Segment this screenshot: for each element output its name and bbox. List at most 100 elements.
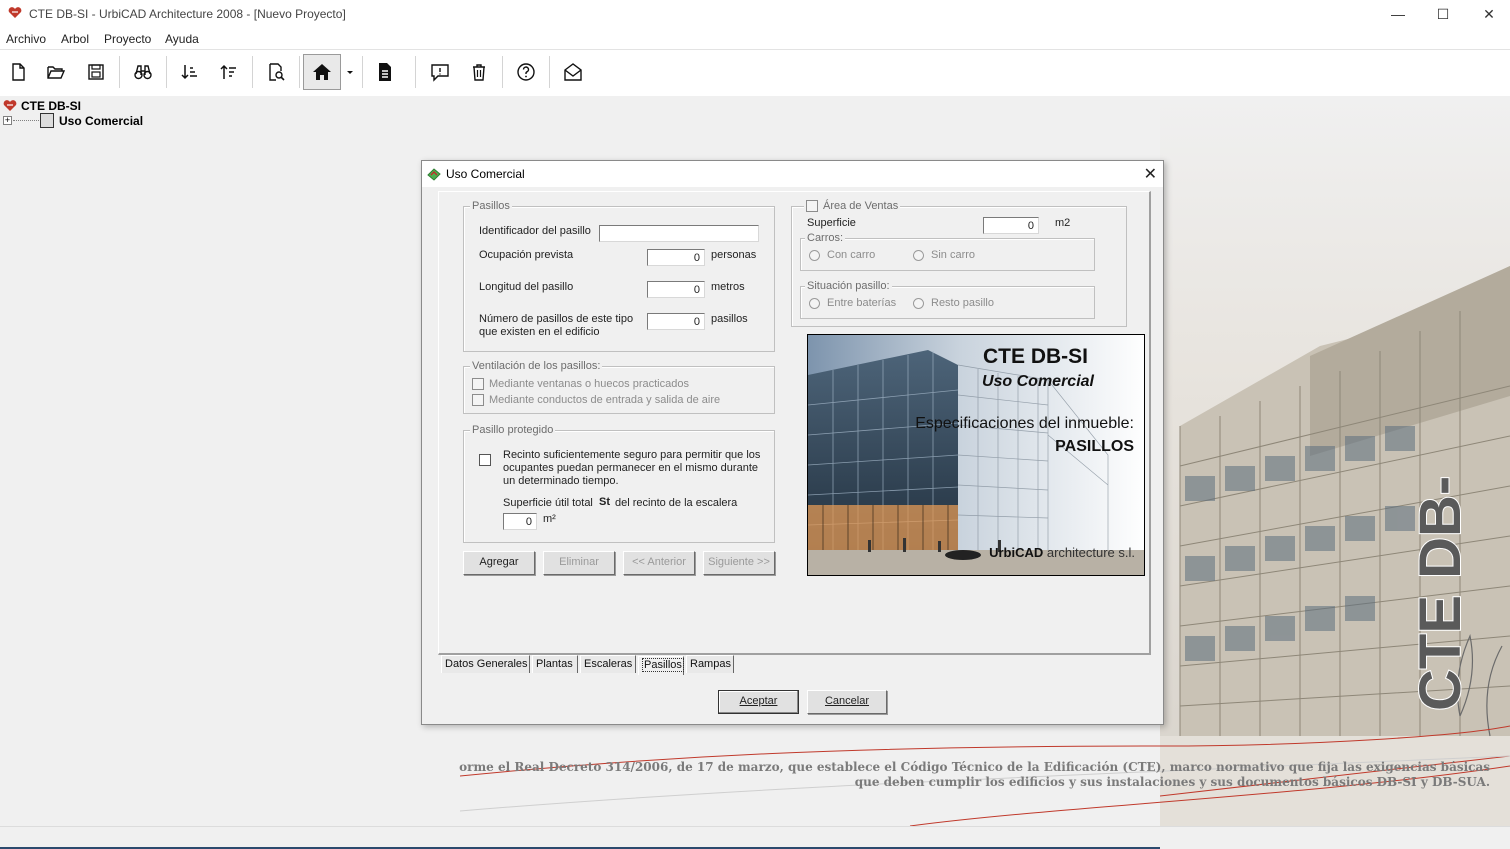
identificador-input[interactable] [599,225,759,242]
dialog-app-icon [427,168,441,181]
area-ventas-group: Área de Ventas Superficie 0 m2 Carros: C… [791,200,1127,327]
menu-bar: Archivo Arbol Proyecto Ayuda [0,29,1510,49]
dialog-close-button[interactable]: ✕ [1144,164,1157,184]
menu-ayuda[interactable]: Ayuda [165,32,199,46]
document-icon [40,113,54,128]
conductos-checkbox[interactable] [472,394,484,406]
entre-baterias-label: Entre baterías [827,297,897,309]
numero-label-line-1: Número de pasillos de este tipo [479,313,634,325]
aceptar-button[interactable]: Aceptar [718,690,799,714]
ventanas-checkbox[interactable] [472,378,484,390]
print-preview-button[interactable] [261,58,291,86]
tab-rampas[interactable]: Rampas [686,655,734,673]
find-button[interactable] [128,58,158,86]
longitud-unit: metros [711,281,745,293]
longitud-input[interactable]: 0 [647,281,705,298]
comment-icon [431,64,449,82]
sort-up-button[interactable] [214,58,244,86]
document-icon [379,63,391,81]
anterior-button[interactable]: << Anterior [623,551,695,575]
protegido-desc-line-3: un determinado tiempo. [503,475,619,487]
tree-item-uso-comercial[interactable]: + Uso Comercial [3,113,143,128]
superficie-input[interactable]: 0 [983,217,1039,234]
new-file-button[interactable] [3,58,33,86]
protegido-checkbox[interactable] [479,454,491,466]
superficie-unit: m2 [1055,217,1071,229]
sin-carro-radio[interactable] [913,250,924,261]
menu-archivo[interactable]: Archivo [6,32,46,46]
numero-pasillos-input[interactable]: 0 [647,313,705,330]
superficie-util-unit: m² [543,513,556,525]
banner-spec: Especificaciones del inmueble: [915,415,1134,432]
protegido-desc-line-1: Recinto suficientemente seguro para perm… [503,449,761,461]
home-dropdown-button[interactable] [343,58,357,86]
toolbar-separator [362,56,363,88]
vertical-brand-text: CTE DB-SI [1408,476,1473,711]
con-carro-label: Con carro [827,249,876,261]
numero-label-line-2: que existen en el edificio [479,326,600,338]
sin-carro-label: Sin carro [931,249,976,261]
logo-rest-text: architecture s.l. [1043,545,1135,560]
agregar-button[interactable]: Agregar [463,551,535,575]
maximize-button[interactable]: ☐ [1420,0,1466,28]
tab-escaleras[interactable]: Escaleras [580,655,636,673]
tab-panel-pasillos: Pasillos Identificador del pasillo Ocupa… [438,191,1151,655]
con-carro-radio[interactable] [809,250,820,261]
entre-baterias-radio[interactable] [809,298,820,309]
mail-button[interactable] [558,58,588,86]
siguiente-button[interactable]: Siguiente >> [703,551,775,575]
menu-proyecto[interactable]: Proyecto [104,32,151,46]
close-button[interactable]: ✕ [1466,0,1510,28]
mail-icon [564,63,582,81]
comment-button[interactable] [425,58,455,86]
tree-expand-icon[interactable]: + [3,116,12,125]
area-ventas-checkbox[interactable] [806,200,818,212]
aceptar-label: Aceptar [739,695,778,707]
eliminar-button[interactable]: Eliminar [543,551,615,575]
print-preview-icon [269,63,285,81]
protegido-desc-line-2: ocupantes puedan permanecer en el mismo … [503,462,758,474]
identificador-label: Identificador del pasillo [479,225,591,237]
legal-text-line-1: orme el Real Decreto 314/2006, de 17 de … [459,760,1490,774]
tab-label: Datos Generales [445,658,528,670]
toolbar-separator [502,56,503,88]
save-button[interactable] [81,58,111,86]
minimize-icon: — [1391,6,1405,22]
tab-pasillos[interactable]: Pasillos [638,656,684,675]
urbicad-logo: UrbiCAD architecture s.l. [989,545,1135,560]
toolbar-separator [252,56,253,88]
pasillos-group: Pasillos Identificador del pasillo Ocupa… [463,200,775,352]
dialog-title-bar: Uso Comercial ✕ [422,161,1163,187]
menu-arbol[interactable]: Arbol [61,32,89,46]
help-button[interactable] [511,58,541,86]
pasillos-group-title: Pasillos [470,200,512,212]
maximize-icon: ☐ [1436,5,1450,22]
resto-pasillo-radio[interactable] [913,298,924,309]
resto-pasillo-label: Resto pasillo [931,297,994,309]
cancelar-label: Cancelar [824,695,870,707]
sort-down-button[interactable] [175,58,205,86]
situacion-pasillo-group: Situación pasillo: Entre baterías Resto … [800,280,1095,319]
minimize-button[interactable]: — [1375,0,1421,28]
toolbar-separator [415,56,416,88]
tree-root[interactable]: CTE DB-SI [3,99,81,113]
cte-vertical-logo: CTE DB-SI [1407,476,1474,712]
tab-plantas[interactable]: Plantas [532,655,578,673]
uso-comercial-dialog: Uso Comercial ✕ Pasillos Identificador d… [421,160,1164,725]
banner-section: PASILLOS [1055,438,1134,455]
cancelar-button[interactable]: Cancelar [807,690,887,714]
home-button[interactable] [303,54,341,90]
delete-button[interactable] [464,58,494,86]
tab-datos-generales[interactable]: Datos Generales [441,655,530,673]
open-folder-button[interactable] [41,58,71,86]
document-button[interactable] [370,58,400,86]
sort-down-icon [181,65,197,80]
ocupacion-input[interactable]: 0 [647,249,705,266]
trash-icon [473,64,485,81]
superficie-util-input[interactable]: 0 [503,513,537,530]
toolbar [0,50,1510,96]
banner-subtitle: Uso Comercial [981,373,1094,390]
dialog-title: Uso Comercial [446,167,525,181]
background-legal-text: orme el Real Decreto 314/2006, de 17 de … [440,760,1490,790]
toolbar-separator [119,56,120,88]
